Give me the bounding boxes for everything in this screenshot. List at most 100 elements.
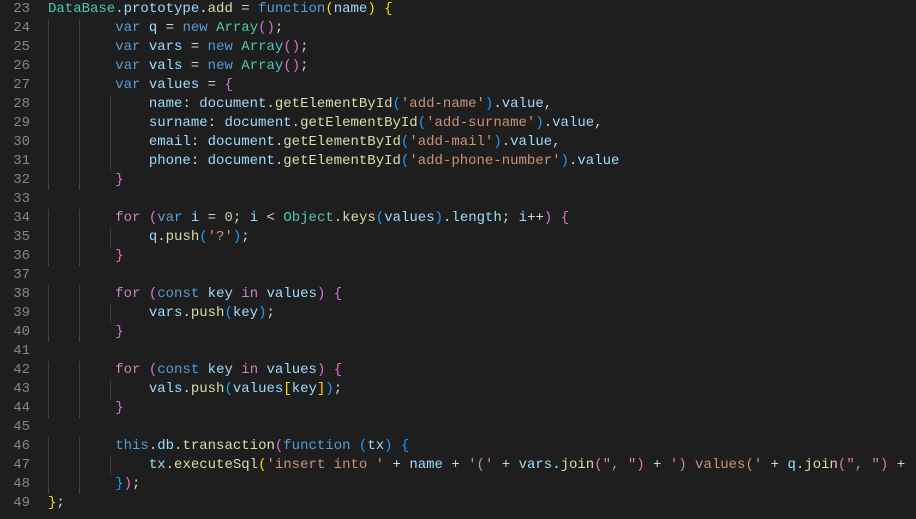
code-token bbox=[191, 96, 199, 112]
code-line[interactable]: } bbox=[48, 323, 916, 342]
indent-guide bbox=[48, 114, 49, 133]
indent-guide bbox=[48, 475, 49, 494]
code-token: ) bbox=[384, 438, 392, 454]
code-line[interactable]: name: document.getElementById('add-name'… bbox=[48, 95, 916, 114]
code-token: vars bbox=[149, 39, 183, 55]
code-token: transaction bbox=[182, 438, 274, 454]
code-line[interactable]: var values = { bbox=[48, 76, 916, 95]
code-token: in bbox=[241, 362, 258, 378]
code-token: var bbox=[115, 39, 140, 55]
code-token bbox=[208, 20, 216, 36]
code-token: for bbox=[115, 210, 140, 226]
code-token bbox=[199, 153, 207, 169]
code-line[interactable]: DataBase.prototype.add = function(name) … bbox=[48, 0, 916, 19]
code-line[interactable] bbox=[48, 266, 916, 285]
code-line[interactable]: var vars = new Array(); bbox=[48, 38, 916, 57]
line-number: 49 bbox=[0, 494, 30, 513]
code-line[interactable]: phone: document.getElementById('add-phon… bbox=[48, 152, 916, 171]
code-token: : bbox=[208, 115, 216, 131]
code-line[interactable]: for (const key in values) { bbox=[48, 361, 916, 380]
code-line[interactable]: for (const key in values) { bbox=[48, 285, 916, 304]
code-token: ", " bbox=[603, 457, 637, 473]
code-token bbox=[140, 362, 148, 378]
code-line[interactable]: q.push('?'); bbox=[48, 228, 916, 247]
line-number-gutter: 2324252627282930313233343536373839404142… bbox=[0, 0, 48, 519]
code-line[interactable]: }); bbox=[48, 475, 916, 494]
code-token: : bbox=[191, 153, 199, 169]
indent-guide bbox=[48, 380, 49, 399]
code-token: ( bbox=[199, 229, 207, 245]
code-token: } bbox=[115, 476, 123, 492]
code-line[interactable]: }; bbox=[48, 494, 916, 513]
code-line[interactable]: surname: document.getElementById('add-su… bbox=[48, 114, 916, 133]
code-token: values bbox=[267, 362, 317, 378]
code-line[interactable]: var vals = new Array(); bbox=[48, 57, 916, 76]
code-editor-area[interactable]: DataBase.prototype.add = function(name) … bbox=[48, 0, 916, 519]
code-token bbox=[393, 438, 401, 454]
code-line[interactable]: } bbox=[48, 171, 916, 190]
code-token: values bbox=[233, 381, 283, 397]
code-token: ( bbox=[224, 381, 232, 397]
indent-guide bbox=[48, 57, 49, 76]
code-line[interactable] bbox=[48, 418, 916, 437]
code-token: values bbox=[267, 286, 317, 302]
code-token: add bbox=[208, 1, 233, 17]
code-line[interactable]: } bbox=[48, 247, 916, 266]
code-token: ) bbox=[325, 381, 333, 397]
code-token: = bbox=[182, 39, 207, 55]
code-token: phone bbox=[149, 153, 191, 169]
code-token: ; bbox=[502, 210, 519, 226]
indent-guide bbox=[79, 171, 80, 190]
code-token: for bbox=[115, 362, 140, 378]
code-token: () bbox=[258, 20, 275, 36]
code-token: values bbox=[384, 210, 434, 226]
code-token: = bbox=[199, 210, 224, 226]
line-number: 41 bbox=[0, 342, 30, 361]
code-line[interactable] bbox=[48, 190, 916, 209]
indent-guide bbox=[79, 380, 80, 399]
indent-guide bbox=[79, 209, 80, 228]
code-token: value bbox=[502, 96, 544, 112]
indent-guide bbox=[48, 76, 49, 95]
code-token: for bbox=[115, 286, 140, 302]
indent-guide bbox=[110, 114, 111, 133]
code-token: . bbox=[115, 1, 123, 17]
code-token: join bbox=[561, 457, 595, 473]
code-token: q bbox=[149, 229, 157, 245]
indent-guide bbox=[110, 380, 111, 399]
code-token: ( bbox=[149, 210, 157, 226]
code-token: ; bbox=[300, 39, 308, 55]
code-token: . bbox=[334, 210, 342, 226]
indent-guide bbox=[48, 456, 49, 475]
code-line[interactable]: for (var i = 0; i < Object.keys(values).… bbox=[48, 209, 916, 228]
indent-guide bbox=[79, 247, 80, 266]
code-token: name bbox=[149, 96, 183, 112]
code-line[interactable]: vals.push(values[key]); bbox=[48, 380, 916, 399]
code-token: vars bbox=[149, 305, 183, 321]
line-number: 31 bbox=[0, 152, 30, 171]
line-number: 34 bbox=[0, 209, 30, 228]
code-line[interactable]: } bbox=[48, 399, 916, 418]
code-token: '?' bbox=[208, 229, 233, 245]
code-line[interactable]: tx.executeSql('insert into ' + name + '(… bbox=[48, 456, 916, 475]
code-token: document bbox=[224, 115, 291, 131]
code-line[interactable]: email: document.getElementById('add-mail… bbox=[48, 133, 916, 152]
code-token: push bbox=[166, 229, 200, 245]
code-line[interactable]: var q = new Array(); bbox=[48, 19, 916, 38]
code-token bbox=[199, 362, 207, 378]
code-token: document bbox=[208, 153, 275, 169]
code-token: Array bbox=[216, 20, 258, 36]
indent-guide bbox=[110, 133, 111, 152]
code-line[interactable]: this.db.transaction(function (tx) { bbox=[48, 437, 916, 456]
code-line[interactable] bbox=[48, 342, 916, 361]
indent-guide bbox=[79, 152, 80, 171]
code-token: ) bbox=[124, 476, 132, 492]
code-token: name bbox=[409, 457, 443, 473]
code-token: i bbox=[519, 210, 527, 226]
indent-guide bbox=[48, 209, 49, 228]
code-token: getElementById bbox=[275, 96, 393, 112]
indent-guide bbox=[79, 361, 80, 380]
code-token: ) bbox=[561, 153, 569, 169]
code-token: i bbox=[250, 210, 258, 226]
code-line[interactable]: vars.push(key); bbox=[48, 304, 916, 323]
